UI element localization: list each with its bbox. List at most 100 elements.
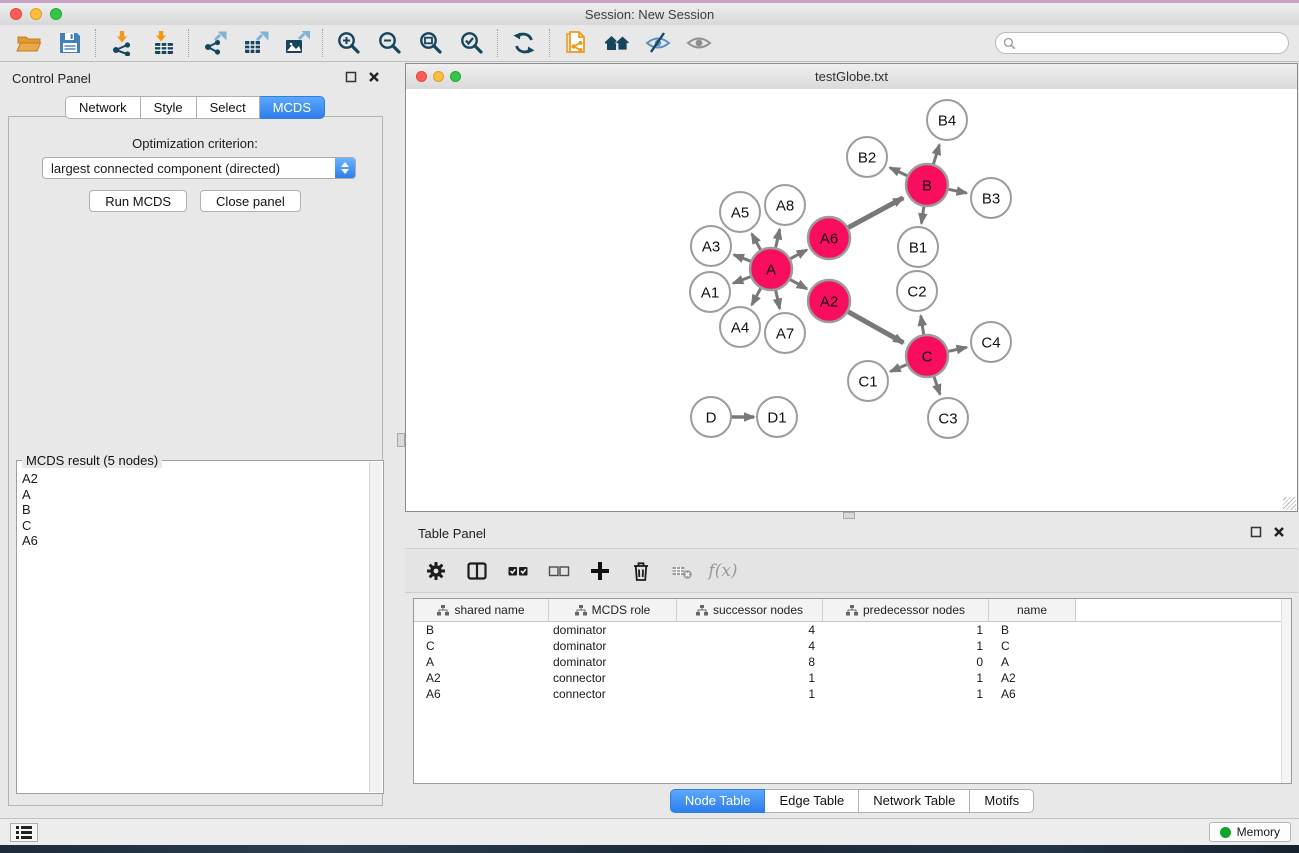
zoom-selected-icon[interactable] [451, 28, 492, 58]
mcds-result-item[interactable]: A2 [22, 471, 369, 487]
gear-icon[interactable] [423, 559, 449, 583]
search-input[interactable] [1016, 35, 1288, 52]
float-panel-icon[interactable] [1250, 526, 1262, 538]
import-network-icon[interactable] [101, 28, 142, 58]
network-minimize-button[interactable] [433, 71, 444, 82]
tab-motifs[interactable]: Motifs [970, 789, 1034, 813]
node-C4[interactable]: C4 [971, 322, 1011, 362]
zoom-fit-icon[interactable] [410, 28, 451, 58]
node-A2[interactable]: A2 [808, 280, 850, 322]
export-network-icon[interactable] [194, 28, 235, 58]
table-cell: 4 [677, 639, 823, 653]
delete-row-icon[interactable] [628, 559, 654, 583]
tab-select[interactable]: Select [197, 96, 260, 119]
column-header-name[interactable]: name [989, 599, 1076, 621]
close-panel-icon[interactable] [1273, 526, 1285, 538]
node-label: B3 [982, 190, 1000, 207]
node-A6[interactable]: A6 [808, 217, 850, 259]
tab-network[interactable]: Network [65, 96, 141, 119]
tab-mcds[interactable]: MCDS [260, 96, 325, 119]
column-header-predecessor-nodes[interactable]: predecessor nodes [823, 599, 989, 621]
node-B[interactable]: B [906, 164, 948, 206]
column-header-successor-nodes[interactable]: successor nodes [677, 599, 823, 621]
float-panel-icon[interactable] [345, 71, 357, 83]
select-all-icon[interactable] [505, 559, 531, 583]
horizontal-split-handle[interactable] [843, 512, 855, 519]
resize-grip[interactable] [1283, 497, 1296, 510]
import-table-icon[interactable] [142, 28, 183, 58]
column-header-shared-name[interactable]: shared name [414, 599, 549, 621]
mcds-result-item[interactable]: A6 [22, 533, 369, 549]
node-C3[interactable]: C3 [928, 398, 968, 438]
network-maximize-button[interactable] [450, 71, 461, 82]
edge-A6-B[interactable] [845, 198, 903, 230]
columns-icon[interactable] [464, 559, 490, 583]
refresh-icon[interactable] [503, 28, 544, 58]
node-A7[interactable]: A7 [765, 313, 805, 353]
mcds-result-item[interactable]: B [22, 502, 369, 518]
close-panel-icon[interactable] [368, 71, 380, 83]
node-D[interactable]: D [691, 397, 731, 437]
table-row[interactable]: A6connector11A6 [414, 686, 1291, 702]
network-close-button[interactable] [416, 71, 427, 82]
column-header-MCDS-role[interactable]: MCDS role [549, 599, 677, 621]
node-B2[interactable]: B2 [847, 137, 887, 177]
export-image-icon[interactable] [276, 28, 317, 58]
open-file-icon[interactable] [8, 28, 49, 58]
vertical-split-handle[interactable] [397, 433, 405, 447]
node-C1[interactable]: C1 [848, 361, 888, 401]
tab-node-table[interactable]: Node Table [670, 789, 766, 813]
result-scrollbar[interactable] [369, 462, 382, 792]
edge-A2-C[interactable] [845, 310, 904, 343]
close-panel-button[interactable]: Close panel [200, 190, 301, 212]
network-canvas[interactable]: A A1 A2 A3 A4 A5 A6 A7 A8 B B1 B2 B3 B4 C C1 C2 C3C4 D D1 [406, 89, 1297, 511]
run-mcds-button[interactable]: Run MCDS [89, 190, 187, 212]
table-row[interactable]: Adominator80A [414, 654, 1291, 670]
mcds-result-item[interactable]: A [22, 487, 369, 503]
control-panel-header: Control Panel [0, 62, 390, 92]
table-scrollbar[interactable] [1281, 599, 1291, 783]
mcds-result-item[interactable]: C [22, 518, 369, 534]
network-window-titlebar: testGlobe.txt [406, 64, 1297, 90]
zoom-in-icon[interactable] [328, 28, 369, 58]
zoom-out-icon[interactable] [369, 28, 410, 58]
node-A3[interactable]: A3 [691, 226, 731, 266]
node-B4[interactable]: B4 [927, 100, 967, 140]
node-B1[interactable]: B1 [898, 227, 938, 267]
table-row[interactable]: Bdominator41B [414, 622, 1291, 638]
node-A8[interactable]: A8 [765, 185, 805, 225]
delete-table-icon[interactable] [669, 559, 695, 583]
memory-button[interactable]: Memory [1209, 822, 1291, 842]
tab-edge-table[interactable]: Edge Table [765, 789, 859, 813]
hide-details-eye-slash-icon[interactable] [637, 28, 678, 58]
list-icon [13, 823, 35, 842]
deselect-all-icon[interactable] [546, 559, 572, 583]
save-session-icon[interactable] [49, 28, 90, 58]
node-D1[interactable]: D1 [757, 397, 797, 437]
add-row-icon[interactable] [587, 559, 613, 583]
node-A5[interactable]: A5 [720, 192, 760, 232]
node-C[interactable]: C [906, 335, 948, 377]
node-A4[interactable]: A4 [720, 307, 760, 347]
task-history-button[interactable] [10, 823, 38, 842]
table-row[interactable]: Cdominator41C [414, 638, 1291, 654]
tab-network-table[interactable]: Network Table [859, 789, 970, 813]
show-details-eye-icon[interactable] [678, 28, 719, 58]
node-B3[interactable]: B3 [971, 178, 1011, 218]
node-C2[interactable]: C2 [897, 271, 937, 311]
table-row[interactable]: A2connector11A2 [414, 670, 1291, 686]
node-A1[interactable]: A1 [690, 272, 730, 312]
export-table-icon[interactable] [235, 28, 276, 58]
optimization-criterion-select[interactable]: largest connected component (directed) [42, 157, 356, 179]
node-A[interactable]: A [750, 248, 792, 290]
tab-style[interactable]: Style [141, 96, 197, 119]
search-field[interactable] [995, 32, 1289, 54]
node-label: A7 [776, 325, 794, 342]
toolbar-separator [95, 29, 96, 57]
new-network-from-file-icon[interactable] [555, 28, 596, 58]
function-builder-icon[interactable]: f(x) [710, 559, 736, 583]
node-label: A [766, 261, 776, 278]
memory-status-dot [1220, 827, 1231, 838]
houses-icon[interactable] [596, 28, 637, 58]
node-label: C1 [858, 373, 877, 390]
